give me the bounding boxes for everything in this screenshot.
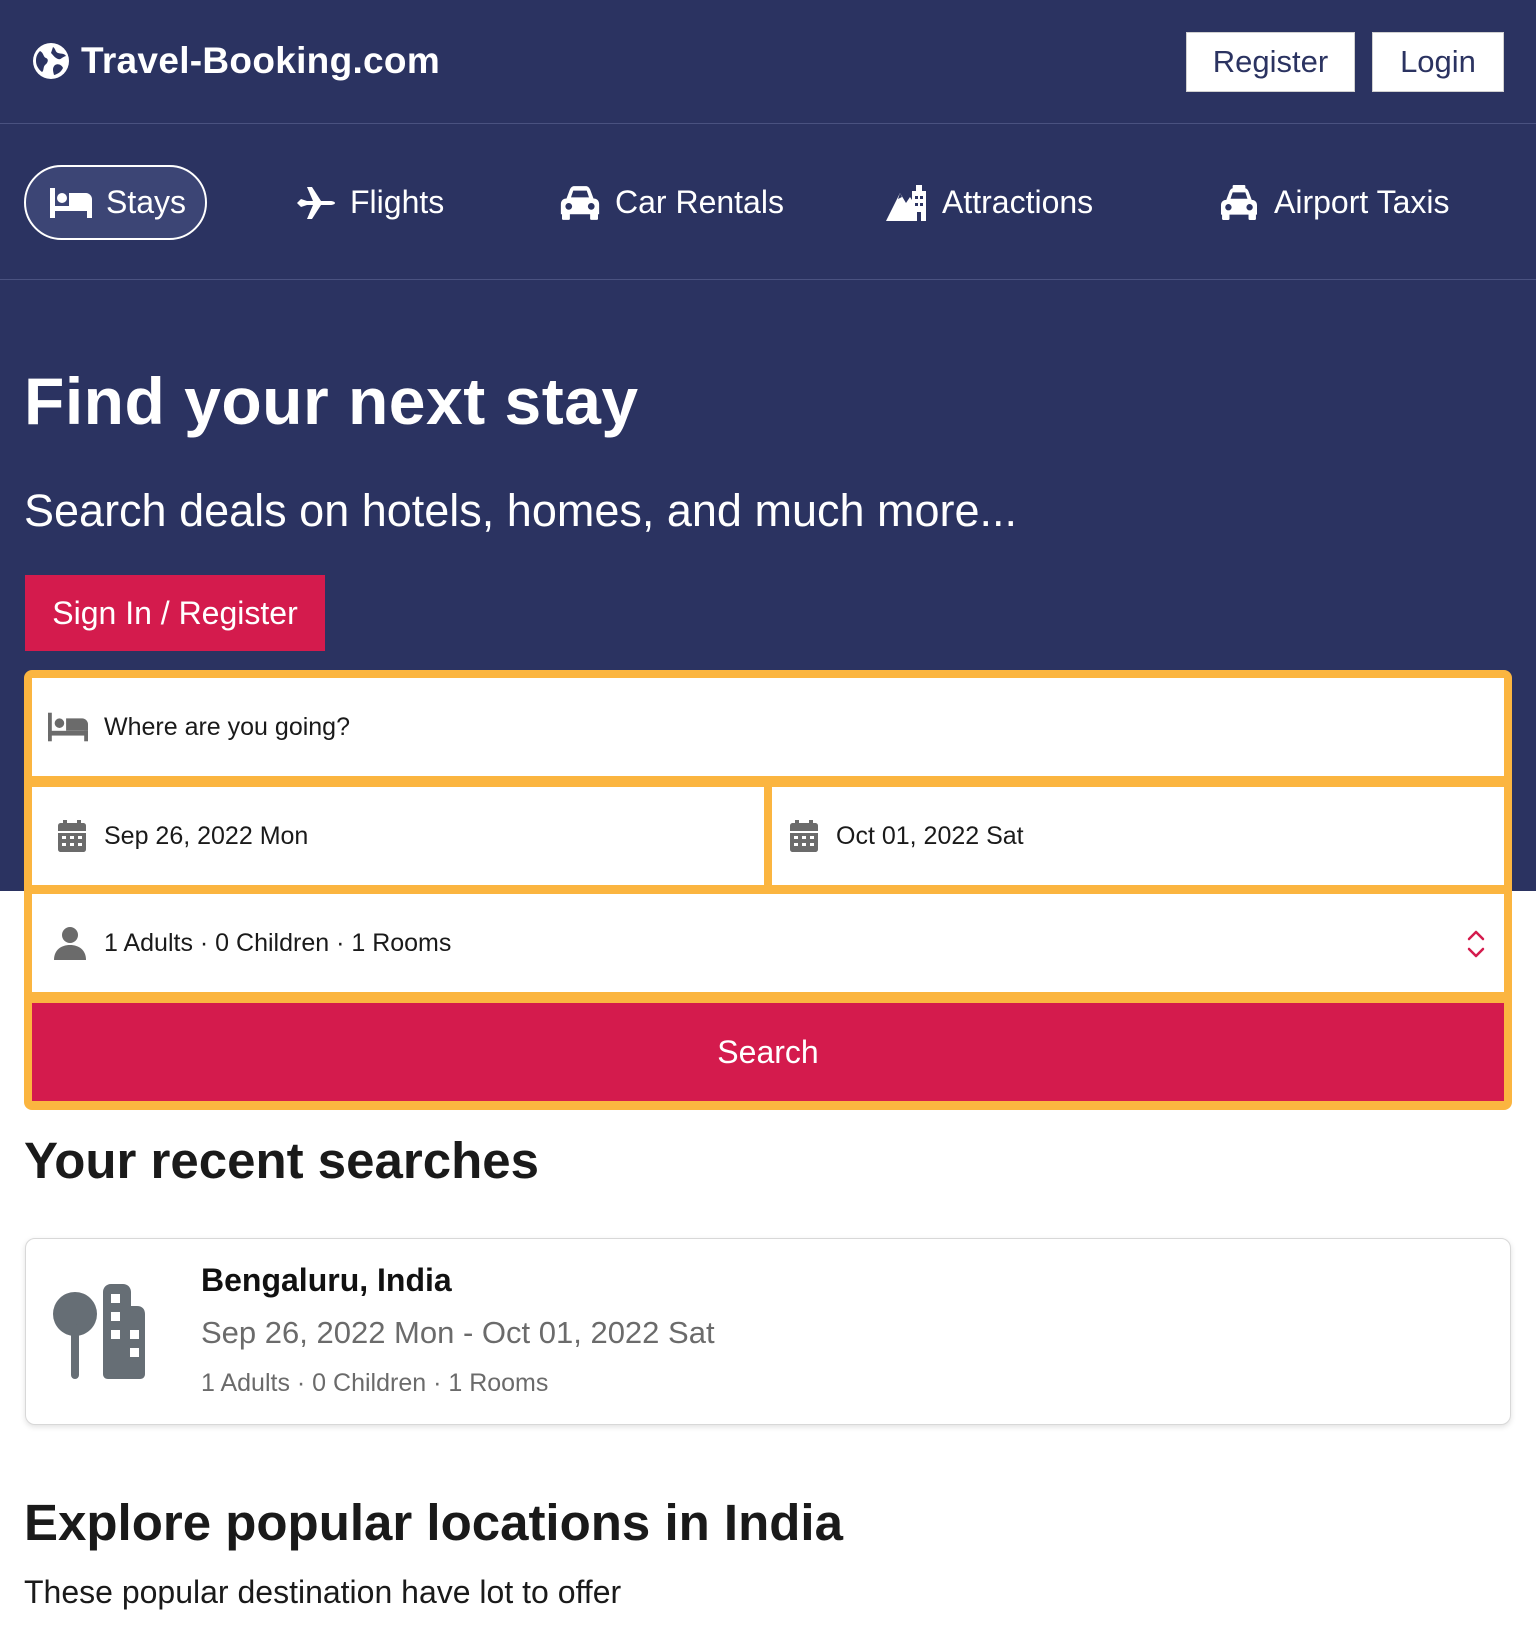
nav-label-attractions: Attractions — [942, 184, 1094, 220]
nav-tab-car-rentals[interactable]: Car Rentals — [559, 165, 784, 240]
nav-tab-attractions[interactable]: Attractions — [886, 165, 1093, 240]
recent-searches-title: Your recent searches — [24, 1132, 539, 1189]
city-icon — [53, 1284, 145, 1379]
check-in-date-field[interactable]: Sep 26, 2022 Mon — [32, 787, 764, 885]
hero-title: Find your next stay — [24, 364, 639, 438]
login-button[interactable]: Login — [1372, 32, 1504, 92]
calendar-icon — [790, 820, 818, 852]
guests-summary: 1 Adults · 0 Children · 1 Rooms — [104, 928, 452, 957]
nav-tab-stays[interactable]: Stays — [24, 165, 207, 240]
person-icon — [54, 927, 86, 960]
plane-icon — [297, 186, 335, 219]
search-button[interactable]: Search — [32, 1003, 1504, 1101]
destination-placeholder: Where are you going? — [104, 712, 350, 741]
check-out-date: Oct 01, 2022 Sat — [836, 821, 1024, 850]
register-button[interactable]: Register — [1186, 32, 1355, 92]
check-out-date-field[interactable]: Oct 01, 2022 Sat — [772, 787, 1504, 885]
guests-selector[interactable]: 1 Adults · 0 Children · 1 Rooms — [32, 894, 1504, 992]
recent-search-guests: 1 Adults · 0 Children · 1 Rooms — [201, 1369, 549, 1397]
check-in-date: Sep 26, 2022 Mon — [104, 821, 309, 850]
nav-label-airport-taxis: Airport Taxis — [1274, 184, 1450, 220]
search-form: Where are you going? Sep 26, 2022 Mon Oc… — [24, 670, 1512, 1110]
nav-label-flights: Flights — [350, 184, 445, 220]
nav-tab-airport-taxis[interactable]: Airport Taxis — [1218, 165, 1449, 240]
brand-logo[interactable]: Travel-Booking.com — [31, 40, 440, 82]
explore-title: Explore popular locations in India — [24, 1494, 843, 1551]
globe-icon — [33, 43, 69, 79]
nav-tab-flights[interactable]: Flights — [294, 165, 444, 240]
explore-subtitle: These popular destination have lot to of… — [24, 1574, 622, 1610]
nav-label-car-rentals: Car Rentals — [615, 184, 784, 220]
bed-icon — [48, 712, 88, 742]
chevron-up-down-icon[interactable] — [1466, 926, 1486, 962]
taxi-icon — [1221, 184, 1257, 220]
sign-in-register-button[interactable]: Sign In / Register — [25, 575, 325, 651]
brand-name: Travel-Booking.com — [81, 40, 441, 81]
recent-search-card[interactable]: Bengaluru, India Sep 26, 2022 Mon - Oct … — [25, 1238, 1511, 1425]
calendar-icon — [58, 820, 86, 852]
nav-label-stays: Stays — [106, 184, 187, 220]
car-icon — [560, 185, 600, 220]
bed-icon — [50, 187, 92, 218]
recent-search-dates: Sep 26, 2022 Mon - Oct 01, 2022 Sat — [201, 1315, 715, 1350]
recent-search-city: Bengaluru, India — [201, 1262, 452, 1298]
destination-field[interactable]: Where are you going? — [32, 678, 1504, 776]
top-bar: Travel-Booking.com Register Login — [0, 0, 1536, 124]
hero-subtitle: Search deals on hotels, homes, and much … — [24, 485, 1018, 536]
attractions-icon — [886, 184, 926, 221]
category-nav: Stays Flights Car Rentals Attractions Ai… — [0, 125, 1536, 280]
